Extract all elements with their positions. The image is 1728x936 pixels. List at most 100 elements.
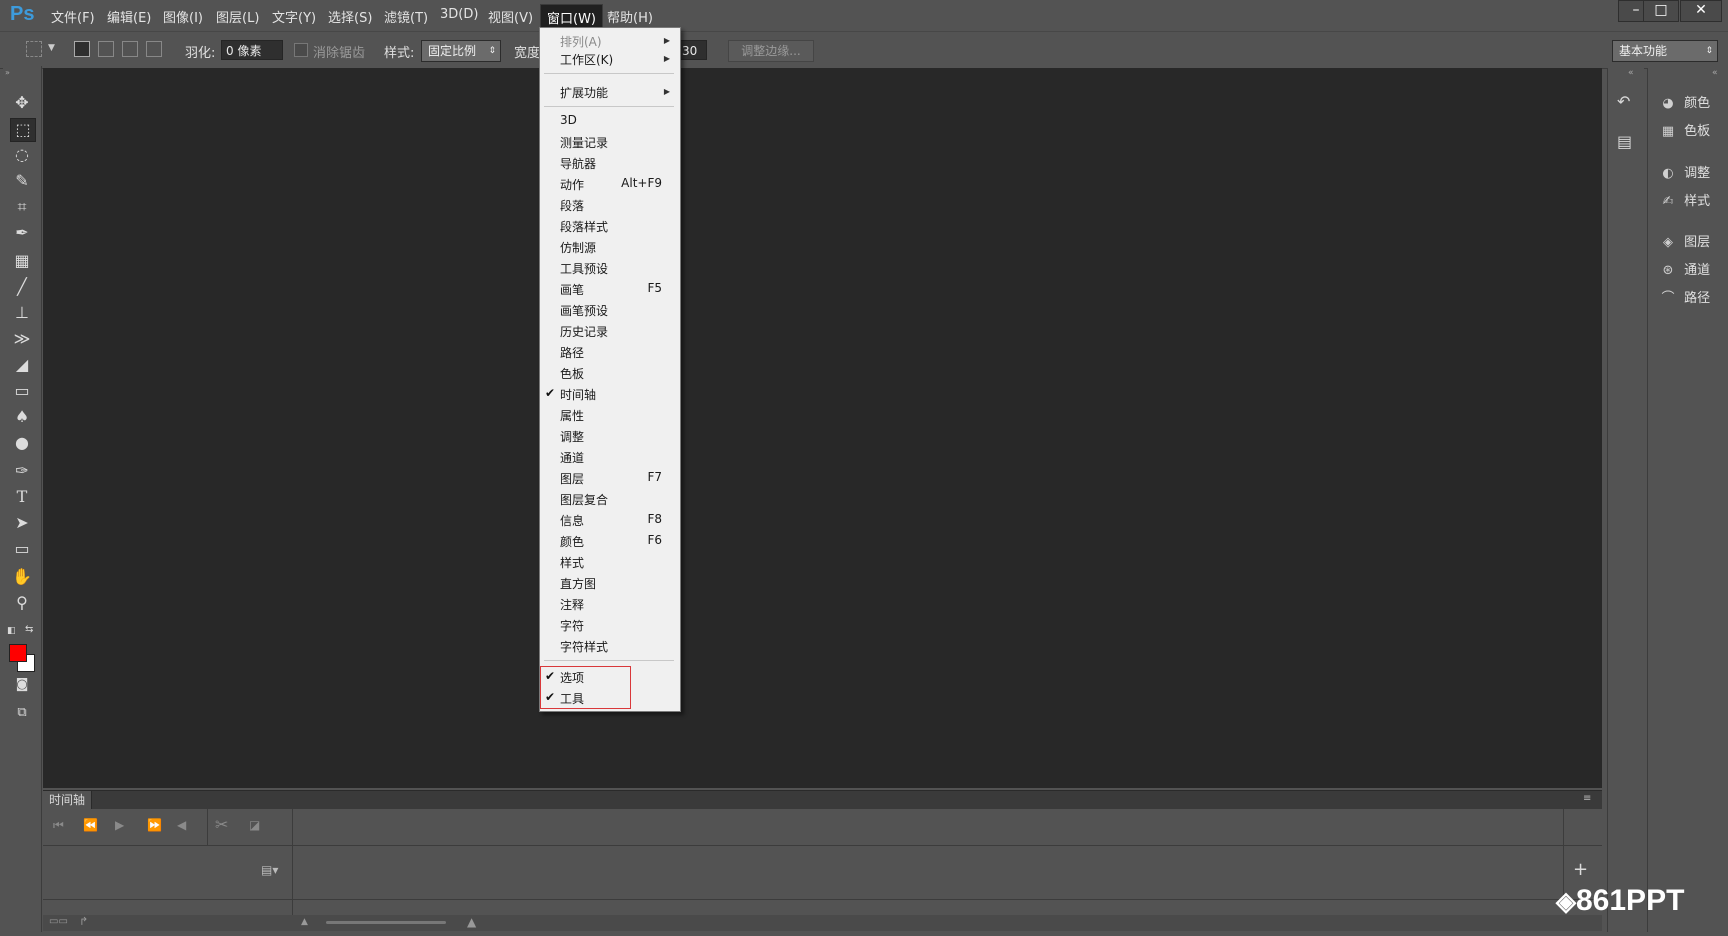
panel-menu-icon[interactable]: ≡ <box>1583 793 1591 804</box>
menu-item-history[interactable]: 历史记录 <box>560 323 608 340</box>
menu-item-info[interactable]: 信息 <box>560 512 584 529</box>
menu-filter[interactable]: 滤镜(T) <box>384 7 428 26</box>
prev-frame-icon[interactable]: ⏪ <box>83 818 98 832</box>
refine-edge-button[interactable]: 调整边缘... <box>728 40 814 62</box>
color-panel-button[interactable]: ◕ 颜色 <box>1656 92 1710 111</box>
history-brush-tool-icon[interactable]: ≫ <box>10 328 34 350</box>
adjustments-panel-button[interactable]: ◐ 调整 <box>1656 162 1710 181</box>
menu-item-navigator[interactable]: 导航器 <box>560 155 596 172</box>
eyedropper-tool-icon[interactable]: ✒ <box>10 222 34 244</box>
menu-item-swatches[interactable]: 色板 <box>560 365 584 382</box>
menu-item-adjustments[interactable]: 调整 <box>560 428 584 445</box>
menu-item-styles[interactable]: 样式 <box>560 554 584 571</box>
path-selection-tool-icon[interactable]: ➤ <box>10 512 34 534</box>
timeline-tab[interactable]: 时间轴 <box>43 791 92 809</box>
type-tool-icon[interactable]: T <box>10 486 34 508</box>
menu-image[interactable]: 图像(I) <box>163 7 203 26</box>
menu-item-paragraph-styles[interactable]: 段落样式 <box>560 218 608 235</box>
menu-item-layers[interactable]: 图层 <box>560 470 584 487</box>
blur-tool-icon[interactable]: ♠ <box>10 406 34 428</box>
menu-view[interactable]: 视图(V) <box>488 7 533 26</box>
feather-input[interactable]: 0 像素 <box>221 40 283 60</box>
menu-item-brush-presets[interactable]: 画笔预设 <box>560 302 608 319</box>
marquee-tool-icon[interactable]: ⬚ <box>10 118 36 142</box>
menu-item-notes[interactable]: 注释 <box>560 596 584 613</box>
antialias-checkbox[interactable] <box>294 43 308 57</box>
stamp-tool-icon[interactable]: ⊥ <box>10 302 34 324</box>
menu-type[interactable]: 文字(Y) <box>272 7 316 26</box>
menu-item-properties[interactable]: 属性 <box>560 407 584 424</box>
quick-selection-tool-icon[interactable]: ✎ <box>10 170 34 192</box>
swatches-panel-button[interactable]: ▦ 色板 <box>1656 120 1710 139</box>
menu-item-clone-source[interactable]: 仿制源 <box>560 239 596 256</box>
transition-icon[interactable]: ◪ <box>249 818 260 832</box>
chevron-down-icon[interactable]: ▼ <box>48 43 55 53</box>
history-panel-icon[interactable]: ↶ <box>1617 92 1630 111</box>
menu-file[interactable]: 文件(F) <box>51 7 95 26</box>
style-select[interactable]: 固定比例 ⇕ <box>421 40 501 62</box>
add-track-button[interactable]: + <box>1573 859 1588 880</box>
channels-panel-button[interactable]: ⊛ 通道 <box>1656 259 1711 278</box>
subtract-selection-icon[interactable] <box>122 41 138 57</box>
quick-mask-icon[interactable]: ◙ <box>10 674 34 696</box>
menu-item-measurement-log[interactable]: 测量记录 <box>560 134 608 151</box>
menu-item-tools[interactable]: 工具 <box>560 690 584 707</box>
zoom-in-icon[interactable]: ▲ <box>467 915 476 929</box>
play-icon[interactable]: ▶ <box>115 818 124 832</box>
default-colors-icon[interactable]: ◧ <box>7 626 16 636</box>
collapse-arrows-icon[interactable]: » <box>5 68 10 77</box>
next-frame-icon[interactable]: ⏩ <box>147 818 162 832</box>
menu-item-3d[interactable]: 3D <box>560 113 577 127</box>
menu-item-channels[interactable]: 通道 <box>560 449 584 466</box>
lasso-tool-icon[interactable]: ◌ <box>10 144 34 166</box>
styles-panel-button[interactable]: ✍ 样式 <box>1656 190 1711 209</box>
add-selection-icon[interactable] <box>98 41 114 57</box>
menu-select[interactable]: 选择(S) <box>328 7 372 26</box>
zoom-tool-icon[interactable]: ⚲ <box>10 592 34 614</box>
hand-tool-icon[interactable]: ✋ <box>10 566 34 588</box>
document-canvas-area[interactable] <box>43 68 1602 788</box>
properties-panel-icon[interactable]: ▤ <box>1617 132 1632 151</box>
foreground-color-swatch[interactable] <box>9 644 27 662</box>
menu-item-tool-presets[interactable]: 工具预设 <box>560 260 608 277</box>
menu-item-workspace[interactable]: 工作区(K) <box>560 51 613 68</box>
menu-3d[interactable]: 3D(D) <box>440 7 478 22</box>
menu-item-brush[interactable]: 画笔 <box>560 281 584 298</box>
scissors-icon[interactable]: ✂ <box>215 815 228 834</box>
menu-help[interactable]: 帮助(H) <box>607 7 653 26</box>
menu-item-layer-comps[interactable]: 图层复合 <box>560 491 608 508</box>
pen-tool-icon[interactable]: ✑ <box>10 460 34 482</box>
rectangle-tool-icon[interactable]: ▭ <box>10 538 34 560</box>
film-strip-icon[interactable]: ▤▾ <box>261 863 278 877</box>
dodge-tool-icon[interactable]: ● <box>10 432 34 454</box>
first-frame-icon[interactable]: ⏮ <box>53 818 64 833</box>
move-tool-icon[interactable]: ✥ <box>10 92 34 114</box>
convert-icon[interactable]: ↱ <box>79 915 88 928</box>
healing-brush-tool-icon[interactable]: ▦ <box>10 250 34 272</box>
menu-item-character-styles[interactable]: 字符样式 <box>560 638 608 655</box>
menu-item-character[interactable]: 字符 <box>560 617 584 634</box>
brush-tool-icon[interactable]: ╱ <box>10 276 34 298</box>
menu-item-timeline[interactable]: 时间轴 <box>560 386 596 403</box>
menu-item-histogram[interactable]: 直方图 <box>560 575 596 592</box>
intersect-selection-icon[interactable] <box>146 41 162 57</box>
screen-mode-icon[interactable]: ⧉ <box>10 702 34 724</box>
menu-item-paths[interactable]: 路径 <box>560 344 584 361</box>
menu-layer[interactable]: 图层(L) <box>216 7 259 26</box>
menu-item-color[interactable]: 颜色 <box>560 533 584 550</box>
layers-panel-button[interactable]: ◈ 图层 <box>1656 231 1710 250</box>
render-icon[interactable]: ▭▭ <box>49 916 68 927</box>
new-selection-icon[interactable] <box>74 41 90 57</box>
paths-panel-button[interactable]: ⌒ 路径 <box>1656 287 1710 306</box>
collapse-arrows-icon[interactable]: « <box>1628 68 1634 78</box>
crop-tool-icon[interactable]: ⌗ <box>10 196 34 218</box>
close-button[interactable]: ✕ <box>1680 0 1722 22</box>
maximize-button[interactable]: □ <box>1643 0 1679 22</box>
zoom-slider[interactable] <box>326 921 446 924</box>
gradient-tool-icon[interactable]: ▭ <box>10 380 34 402</box>
audio-icon[interactable]: ◀ <box>177 818 186 832</box>
marquee-preset-icon[interactable] <box>26 41 42 57</box>
menu-item-extensions[interactable]: 扩展功能 <box>560 84 608 101</box>
height-input[interactable]: 30 <box>677 40 707 60</box>
collapse-arrows-icon[interactable]: « <box>1712 68 1718 78</box>
